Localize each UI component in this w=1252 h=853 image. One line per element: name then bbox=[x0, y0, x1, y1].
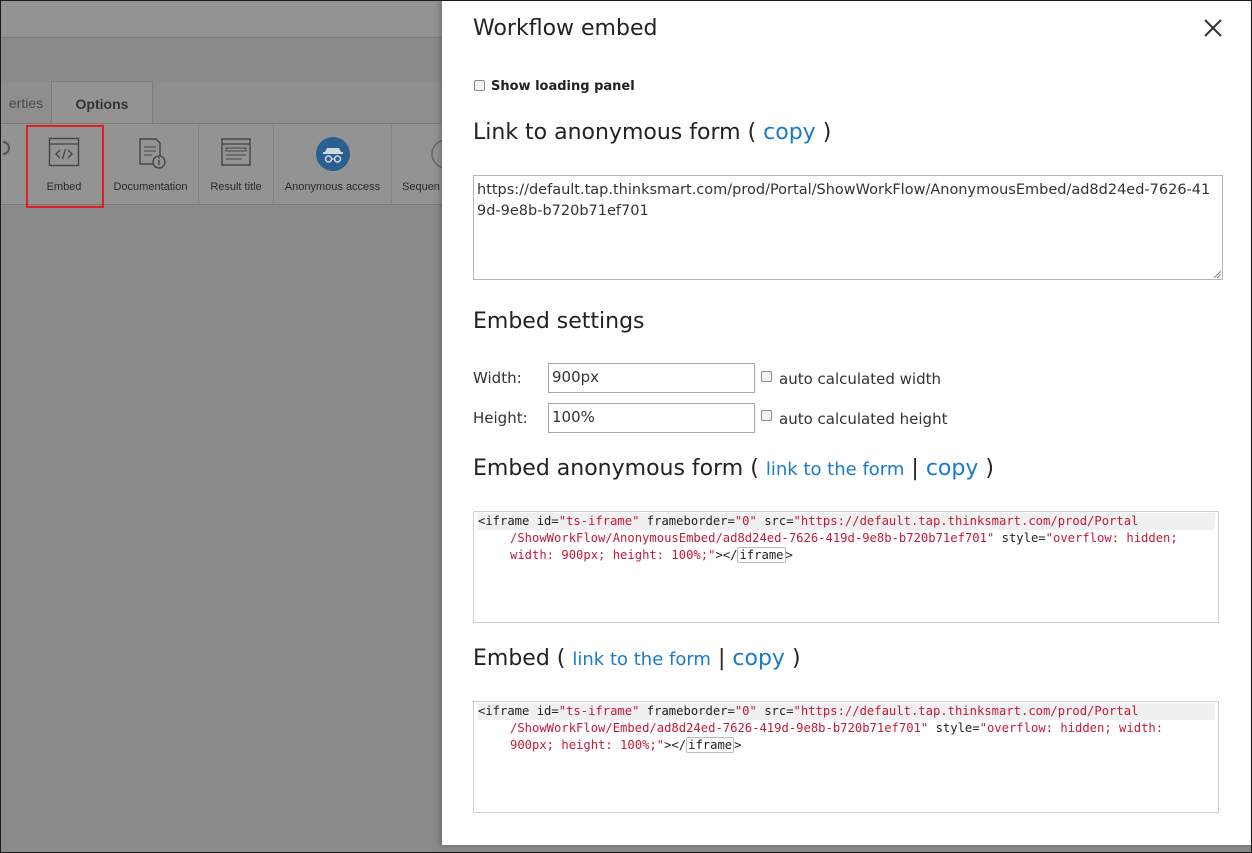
embed-anonymous-heading: Embed anonymous form ( link to the form … bbox=[473, 456, 994, 481]
copy-button[interactable]: copy bbox=[926, 456, 979, 481]
tab-properties[interactable]: erties bbox=[1, 81, 51, 123]
dialog-title: Workflow embed bbox=[473, 16, 658, 41]
gear-icon bbox=[1, 138, 13, 161]
tool-anonymous-access[interactable]: Anonymous access bbox=[274, 124, 392, 204]
tool-result-title[interactable]: Result title bbox=[199, 124, 274, 204]
heading-text: Embed anonymous form bbox=[473, 456, 744, 481]
embed-anonymous-code[interactable]: <iframe id="ts-iframe" frameborder="0" s… bbox=[473, 511, 1219, 623]
embed-highlight-box bbox=[26, 125, 104, 208]
code-content: <iframe id="ts-iframe" frameborder="0" s… bbox=[474, 702, 1218, 754]
link-to-form-button[interactable]: link to the form bbox=[766, 459, 905, 480]
auto-width-checkbox[interactable] bbox=[761, 371, 772, 382]
resize-handle-icon[interactable] bbox=[1213, 270, 1221, 278]
tool-label: Anonymous access bbox=[284, 181, 381, 193]
tool-partial[interactable] bbox=[1, 124, 15, 204]
anonymous-link-url: https://default.tap.thinksmart.com/prod/… bbox=[477, 182, 1211, 219]
close-icon[interactable] bbox=[1200, 15, 1226, 41]
copy-link-button[interactable]: copy bbox=[763, 120, 816, 145]
embed-heading: Embed ( link to the form | copy ) bbox=[473, 646, 801, 671]
heading-text: Embed bbox=[473, 646, 550, 671]
height-input[interactable]: 100% bbox=[548, 403, 755, 433]
anonymous-icon bbox=[315, 136, 351, 175]
result-title-icon bbox=[220, 136, 252, 171]
auto-height-checkbox[interactable] bbox=[761, 410, 772, 421]
tool-documentation[interactable]: Documentation bbox=[103, 124, 199, 204]
separator: | bbox=[911, 456, 919, 481]
workflow-embed-dialog: Workflow embed Show loading panel Link t… bbox=[442, 1, 1251, 845]
height-label: Height: bbox=[473, 409, 528, 427]
link-section-heading: Link to anonymous form ( copy ) bbox=[473, 120, 832, 145]
code-content: <iframe id="ts-iframe" frameborder="0" s… bbox=[474, 512, 1218, 564]
embed-code[interactable]: <iframe id="ts-iframe" frameborder="0" s… bbox=[473, 701, 1219, 813]
show-loading-label: Show loading panel bbox=[491, 79, 635, 94]
show-loading-checkbox[interactable] bbox=[474, 80, 485, 91]
document-info-icon bbox=[134, 136, 168, 173]
auto-width-label: auto calculated width bbox=[779, 370, 941, 388]
link-to-form-button[interactable]: link to the form bbox=[572, 649, 711, 670]
tool-label: Documentation bbox=[113, 181, 188, 193]
anonymous-link-textarea[interactable]: https://default.tap.thinksmart.com/prod/… bbox=[473, 175, 1223, 280]
auto-height-label: auto calculated height bbox=[779, 410, 948, 428]
embed-settings-heading: Embed settings bbox=[473, 309, 645, 334]
width-input[interactable]: 900px bbox=[548, 363, 755, 393]
separator: | bbox=[717, 646, 726, 671]
tool-label: Result title bbox=[210, 181, 262, 193]
heading-text: Link to anonymous form bbox=[473, 120, 741, 145]
tab-options[interactable]: Options bbox=[51, 81, 153, 123]
width-label: Width: bbox=[473, 369, 522, 387]
copy-button[interactable]: copy bbox=[732, 646, 785, 671]
app-window: erties Options Embed Documentation Resul… bbox=[0, 0, 1252, 853]
